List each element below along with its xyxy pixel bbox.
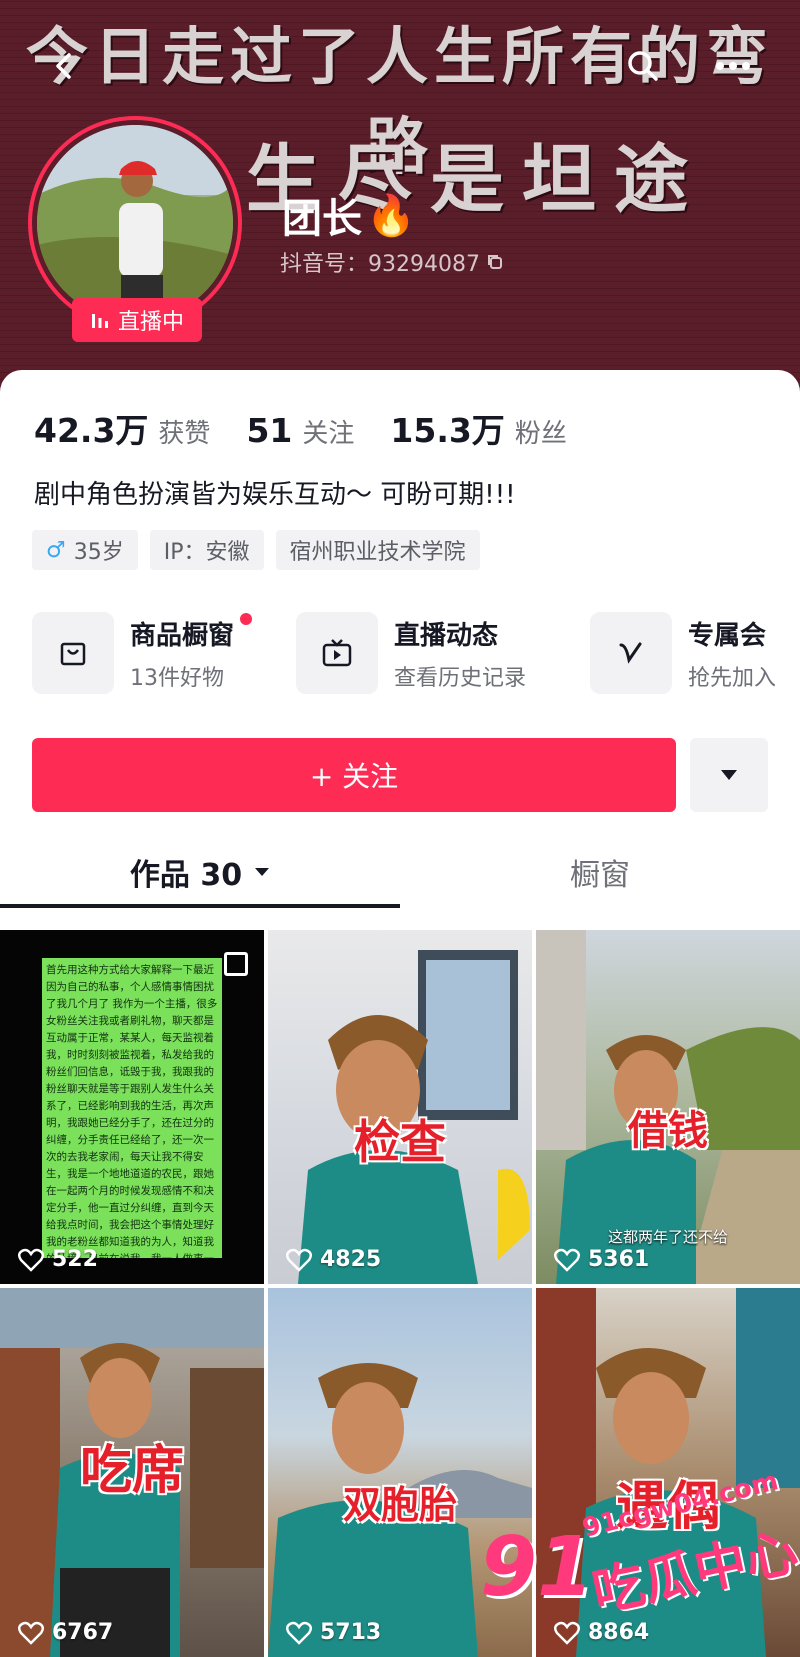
shortcut-subtitle: 抢先加入 xyxy=(688,665,777,691)
video-tile[interactable]: 借钱 这都两年了还不给 5361 xyxy=(536,930,800,1284)
heart-icon xyxy=(554,1248,580,1272)
search-button[interactable] xyxy=(615,38,671,94)
shortcut-title: 专属会 xyxy=(688,620,767,651)
live-badge[interactable]: 直播中 xyxy=(72,298,202,342)
follow-button[interactable]: + 关注 xyxy=(32,738,676,812)
male-icon: ♂ xyxy=(46,537,66,563)
like-count: 522 xyxy=(52,1247,98,1272)
video-caption: 吃席 xyxy=(79,1441,184,1501)
caret-down-icon xyxy=(721,770,737,780)
copy-icon[interactable] xyxy=(486,253,504,271)
stat-label: 粉丝 xyxy=(514,419,567,449)
back-button[interactable] xyxy=(36,38,92,94)
heart-icon xyxy=(18,1248,44,1272)
live-badge-label: 直播中 xyxy=(117,310,184,335)
stat-value: 42.3万 xyxy=(34,411,149,450)
video-likes: 8864 xyxy=(554,1620,649,1645)
shortcut-icon-box xyxy=(590,612,672,694)
like-count: 5361 xyxy=(588,1247,650,1272)
profile-bio: 剧中角色扮演皆为娱乐互动～ 可盼可期!!! xyxy=(34,480,516,510)
video-tile[interactable]: 吃席 6767 xyxy=(0,1288,264,1657)
video-subtitle: 这都两年了还不给 xyxy=(607,1228,728,1246)
video-likes: 522 xyxy=(18,1247,98,1272)
video-thumbnail xyxy=(268,1363,532,1657)
video-caption: 双胞胎 xyxy=(342,1483,457,1527)
heart-icon xyxy=(286,1621,312,1645)
video-tile[interactable]: 检查 4825 xyxy=(268,930,532,1284)
nickname-text: 团长 xyxy=(282,196,362,242)
multi-image-icon xyxy=(224,952,248,976)
shortcut-text: 专属会 抢先加入 xyxy=(688,615,776,692)
more-dots-icon xyxy=(716,62,750,70)
profile-nickname: 团长 🔥 xyxy=(282,186,416,244)
video-likes: 4825 xyxy=(286,1247,381,1272)
video-tile[interactable]: 首先用这种方式给大家解释一下最近因为自己的私事，个人感情事情困扰了我几个月了 我… xyxy=(0,930,264,1284)
like-count: 4825 xyxy=(320,1247,382,1272)
tag-ip: IP：安徽 xyxy=(149,530,264,570)
stat-value: 51 xyxy=(246,411,293,450)
v-badge-icon xyxy=(619,642,642,664)
video-likes: 6767 xyxy=(18,1620,113,1645)
live-bars-icon xyxy=(91,314,108,328)
stat-following[interactable]: 51 关注 xyxy=(246,411,354,450)
chat-screenshot-text: 首先用这种方式给大家解释一下最近因为自己的私事，个人感情事情困扰了我几个月了 我… xyxy=(42,958,222,1258)
tab-works-label: 作品 30 xyxy=(129,858,243,893)
tag-school[interactable]: 宿州职业技术学院 xyxy=(275,530,480,570)
douyin-id[interactable]: 抖音号：93294087 xyxy=(280,246,504,278)
profile-tags: ♂ 35岁 IP：安徽 宿州职业技术学院 xyxy=(32,530,480,570)
fire-emoji: 🔥 xyxy=(366,192,416,239)
chevron-left-icon xyxy=(56,53,71,79)
profile-banner: 今日走过了人生所有的弯路 人生尽是坦途 直播中 团长 🔥 抖音号：9329408… xyxy=(0,0,800,400)
video-likes: 5361 xyxy=(554,1247,649,1272)
shortcut-text: 直播动态 查看历史记录 xyxy=(394,615,526,692)
shortcut-live-history[interactable]: 直播动态 查看历史记录 xyxy=(296,612,526,694)
avatar xyxy=(37,125,233,321)
heart-icon xyxy=(286,1248,312,1272)
shortcut-icon-box xyxy=(32,612,114,694)
stat-label: 关注 xyxy=(302,419,355,449)
shopping-bag-icon xyxy=(60,642,86,666)
notification-dot xyxy=(240,612,252,625)
active-tab-indicator xyxy=(0,904,400,908)
tv-icon xyxy=(322,639,352,667)
profile-tabs: 作品 30 橱窗 xyxy=(0,836,800,908)
douyin-id-text: 抖音号：93294087 xyxy=(280,252,480,277)
shortcut-title: 直播动态 xyxy=(394,620,499,651)
video-caption: 借钱 xyxy=(628,1108,708,1154)
heart-icon xyxy=(554,1621,580,1645)
more-actions-button[interactable] xyxy=(690,738,768,812)
stat-value: 15.3万 xyxy=(390,411,505,450)
shortcut-icon-box xyxy=(296,612,378,694)
shortcut-subtitle: 13件好物 xyxy=(130,665,224,691)
tag-age-label: 35岁 xyxy=(73,540,124,565)
caret-down-icon xyxy=(255,868,270,876)
shortcut-title: 商品橱窗 xyxy=(130,620,235,651)
video-caption: 遇偶 xyxy=(615,1477,720,1537)
video-tile[interactable]: 遇偶 8864 xyxy=(536,1288,800,1657)
profile-stats: 42.3万 获赞 51 关注 15.3万 粉丝 xyxy=(34,404,603,452)
stat-followers[interactable]: 15.3万 粉丝 xyxy=(390,404,566,452)
video-tile[interactable]: 双胞胎 5713 xyxy=(268,1288,532,1657)
shortcut-shop-window[interactable]: 商品橱窗 13件好物 xyxy=(32,612,252,694)
shortcut-text: 商品橱窗 13件好物 xyxy=(130,612,252,692)
like-count: 8864 xyxy=(588,1620,650,1645)
like-count: 5713 xyxy=(320,1620,382,1645)
shortcut-subtitle: 查看历史记录 xyxy=(394,665,527,691)
stat-likes: 42.3万 获赞 xyxy=(34,404,210,452)
tab-window[interactable]: 橱窗 xyxy=(400,836,800,908)
search-icon xyxy=(628,51,658,81)
tab-works[interactable]: 作品 30 xyxy=(0,836,400,908)
tag-gender-age: ♂ 35岁 xyxy=(32,530,138,570)
shortcut-row: 商品橱窗 13件好物 直播动态 查看历史记录 专属会 抢先加入 xyxy=(32,612,800,702)
video-likes: 5713 xyxy=(286,1620,381,1645)
stat-label: 获赞 xyxy=(158,419,211,449)
more-button[interactable] xyxy=(705,38,761,94)
shortcut-membership[interactable]: 专属会 抢先加入 xyxy=(590,612,776,694)
avatar-photo xyxy=(37,125,233,321)
heart-icon xyxy=(18,1621,44,1645)
like-count: 6767 xyxy=(52,1620,114,1645)
video-caption: 检查 xyxy=(354,1115,446,1169)
